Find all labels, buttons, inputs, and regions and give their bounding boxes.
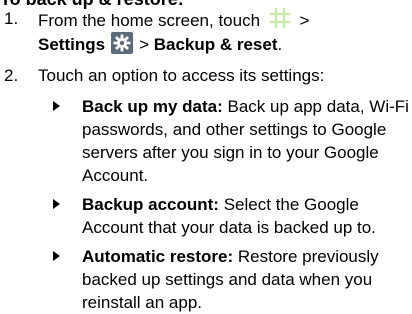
option-title: Backup account: (82, 195, 219, 214)
option-backup-account: Backup account: Select the Google Accoun… (0, 193, 412, 239)
option-automatic-restore: Automatic restore: Restore previously ba… (0, 245, 412, 314)
step-prefix: From the home screen, touch (38, 11, 261, 30)
bullet-arrow-icon (53, 199, 60, 209)
settings-label: Settings (38, 35, 106, 54)
step-text: From the home screen, touch > Settings >… (38, 7, 408, 56)
step-number: 2. (4, 66, 19, 85)
option-text: Back up my data: Back up app data, Wi-Fi… (82, 95, 410, 187)
apps-grid-icon (269, 7, 291, 29)
separator: > (299, 11, 310, 30)
option-title: Back up my data: (82, 97, 223, 116)
step-1: 1. From the home screen, touch > Setting… (0, 7, 412, 55)
step-number: 1. (4, 9, 19, 28)
separator: > (139, 35, 149, 54)
option-text: Automatic restore: Restore previously ba… (82, 245, 410, 314)
bullet-arrow-icon (53, 251, 60, 261)
bullet-arrow-icon (53, 101, 60, 111)
settings-gear-icon (111, 32, 134, 54)
step-suffix: . (277, 35, 283, 54)
option-back-up-my-data: Back up my data: Back up app data, Wi-Fi… (0, 95, 412, 187)
step-2: 2. Touch an option to access its setting… (0, 64, 412, 88)
step-text: Touch an option to access its settings: (38, 66, 325, 85)
instructions-page: To back up & restore: 1. From the home s… (0, 0, 412, 314)
option-text: Backup account: Select the Google Accoun… (82, 193, 410, 239)
option-title: Automatic restore: (82, 247, 234, 266)
backup-reset-label: Backup & reset (153, 35, 278, 54)
